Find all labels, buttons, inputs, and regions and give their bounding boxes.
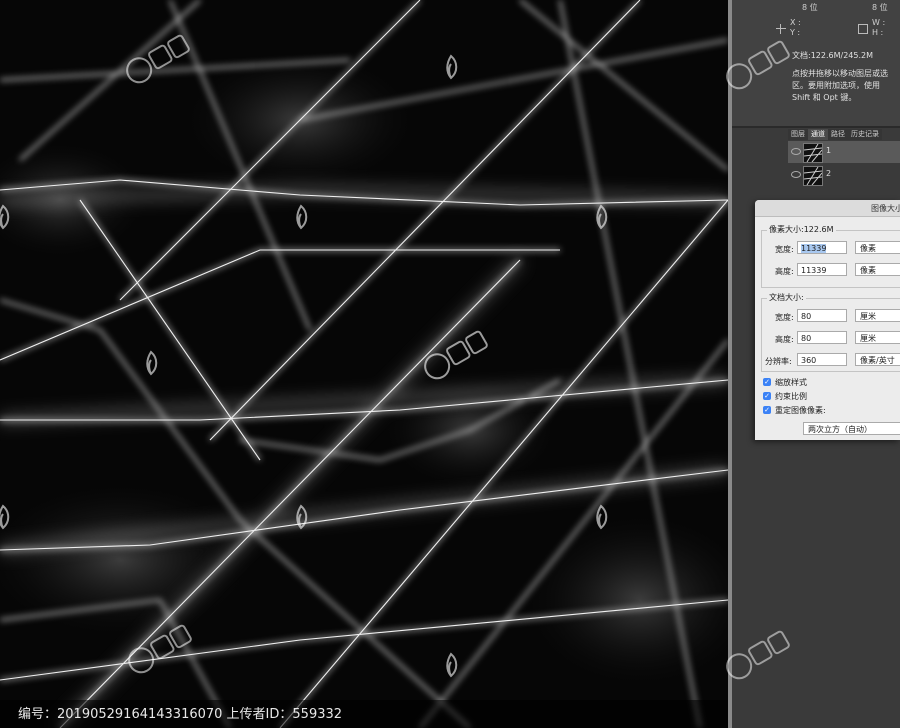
- x-label: X :: [790, 18, 801, 27]
- channel-thumbnail: [803, 166, 823, 186]
- doc-width-label: 宽度:: [775, 313, 794, 322]
- resolution-input[interactable]: 360: [797, 353, 847, 366]
- bit-depth-left: 8 位: [802, 3, 818, 12]
- constrain-label: 约束比例: [775, 392, 807, 401]
- w-label: W :: [872, 18, 886, 27]
- doc-width-unit-select[interactable]: 厘米: [855, 309, 900, 322]
- scale-styles-label: 缩放样式: [775, 378, 807, 387]
- eye-icon[interactable]: [791, 171, 801, 178]
- panel-separator: [732, 126, 900, 128]
- px-width-label: 宽度:: [775, 245, 794, 254]
- channel-row[interactable]: 2: [788, 164, 900, 186]
- bit-depth-right: 8 位: [872, 3, 888, 12]
- doc-height-unit-select[interactable]: 厘米: [855, 331, 900, 344]
- eye-icon[interactable]: [791, 148, 801, 155]
- px-height-label: 高度:: [775, 267, 794, 276]
- scale-styles-checkbox[interactable]: ✓: [763, 378, 771, 386]
- doc-size-readout: 文档:122.6M/245.2M: [792, 51, 873, 60]
- tab-layers[interactable]: 图层: [788, 129, 808, 140]
- px-height-unit-select[interactable]: 像素: [855, 263, 900, 276]
- channel-row[interactable]: 1: [788, 141, 900, 163]
- doc-height-input[interactable]: 80: [797, 331, 847, 344]
- tab-paths[interactable]: 路径: [828, 129, 848, 140]
- channel-label: 2: [826, 169, 832, 178]
- panel-tabs: 图层 通道 路径 历史记录: [788, 129, 882, 140]
- tab-channels[interactable]: 通道: [808, 129, 828, 140]
- tool-hint: 点按并拖移以移动图层或选区。要用附加选项，使用 Shift 和 Opt 键。: [792, 69, 888, 102]
- resample-method-select[interactable]: 两次立方（自动）: [803, 422, 900, 435]
- pixel-size-label: 像素大小:122.6M: [767, 224, 836, 235]
- resolution-label: 分辨率:: [765, 357, 792, 366]
- watermark-caption: 编号：20190529164143316070 上传者ID：559332: [18, 707, 343, 722]
- wh-readout: W : H :: [872, 18, 885, 38]
- doc-size-label: 文档大小:: [767, 292, 806, 303]
- image-canvas[interactable]: 编号：20190529164143316070 上传者ID：559332: [0, 0, 728, 728]
- selection-rect-icon: [858, 24, 868, 34]
- dialog-title: 图像大小: [871, 204, 900, 213]
- resample-checkbox[interactable]: ✓: [763, 406, 771, 414]
- crosshair-icon: [776, 24, 786, 34]
- pixel-size-group: [761, 230, 900, 288]
- info-panel: 8 位 8 位 X : Y : W : H : 文档:122.6M/245.2M…: [732, 0, 900, 126]
- marble-texture: [0, 0, 728, 728]
- doc-height-label: 高度:: [775, 335, 794, 344]
- tab-history[interactable]: 历史记录: [848, 129, 882, 140]
- px-width-input[interactable]: 11339: [797, 241, 847, 254]
- px-height-input[interactable]: 11339: [797, 263, 847, 276]
- image-size-dialog[interactable]: 图像大小 像素大小:122.6M 宽度: 11339 像素 高度: 11339 …: [755, 200, 900, 440]
- channel-thumbnail: [803, 143, 823, 163]
- h-label: H :: [872, 28, 884, 37]
- px-width-unit-select[interactable]: 像素: [855, 241, 900, 254]
- dialog-titlebar[interactable]: 图像大小: [755, 200, 900, 217]
- y-label: Y :: [790, 28, 801, 37]
- resolution-unit-select[interactable]: 像素/英寸: [855, 353, 900, 366]
- doc-width-input[interactable]: 80: [797, 309, 847, 322]
- constrain-checkbox[interactable]: ✓: [763, 392, 771, 400]
- resample-label: 重定图像像素:: [775, 406, 826, 415]
- xy-readout: X : Y :: [790, 18, 801, 38]
- channel-label: 1: [826, 146, 832, 155]
